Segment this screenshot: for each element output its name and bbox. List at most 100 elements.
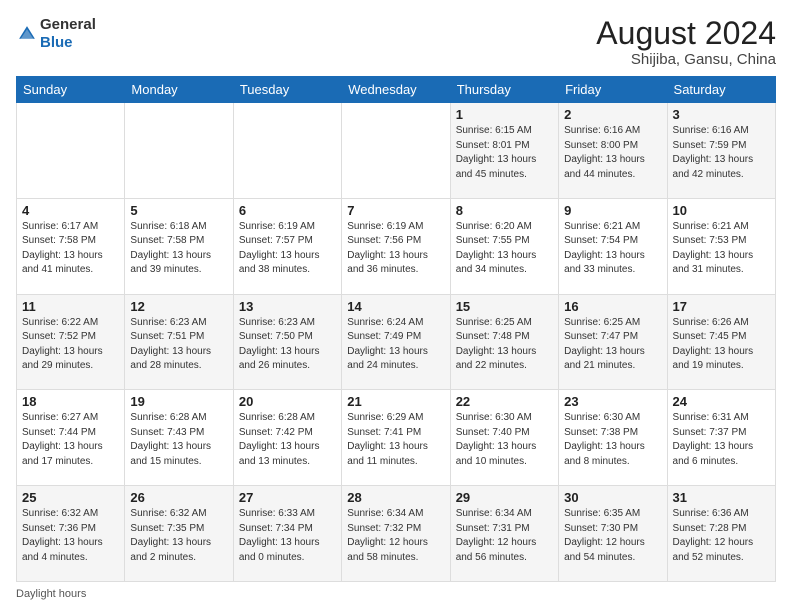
day-number: 6 <box>239 203 336 218</box>
day-number: 21 <box>347 394 444 409</box>
daylight-label: Daylight hours <box>16 588 86 600</box>
day-number: 27 <box>239 490 336 505</box>
day-info: Sunrise: 6:28 AM Sunset: 7:42 PM Dayligh… <box>239 411 336 469</box>
day-info: Sunrise: 6:35 AM Sunset: 7:30 PM Dayligh… <box>564 507 661 565</box>
day-number: 7 <box>347 203 444 218</box>
day-info: Sunrise: 6:30 AM Sunset: 7:40 PM Dayligh… <box>456 411 553 469</box>
day-info: Sunrise: 6:32 AM Sunset: 7:36 PM Dayligh… <box>22 507 119 565</box>
day-info: Sunrise: 6:19 AM Sunset: 7:56 PM Dayligh… <box>347 220 444 278</box>
logo: General Blue <box>16 16 96 52</box>
calendar-cell: 18Sunrise: 6:27 AM Sunset: 7:44 PM Dayli… <box>17 390 125 486</box>
calendar-cell: 12 Sunrise: 6:23 AM Sunset: 7:51 PM Dayli… <box>125 294 233 390</box>
calendar-cell: 10Sunrise: 6:21 AM Sunset: 7:53 PM Dayli… <box>667 198 775 294</box>
calendar-cell: 13 Sunrise: 6:23 AM Sunset: 7:50 PM Dayli… <box>233 294 341 390</box>
calendar-cell: 5 Sunrise: 6:18 AM Sunset: 7:58 PM Daylig… <box>125 198 233 294</box>
day-number: 25 <box>22 490 119 505</box>
day-info: Sunrise: 6:23 AM Sunset: 7:50 PM Dayligh… <box>239 316 336 374</box>
day-info: Sunrise: 6:18 AM Sunset: 7:58 PM Dayligh… <box>130 220 227 278</box>
day-info: Sunrise: 6:21 AM Sunset: 7:53 PM Dayligh… <box>673 220 770 278</box>
title-block: August 2024 Shijiba, Gansu, China <box>596 16 776 68</box>
calendar-cell: 29 Sunrise: 6:34 AM Sunset: 7:31 PM Dayli… <box>450 486 558 582</box>
day-info: Sunrise: 6:33 AM Sunset: 7:34 PM Dayligh… <box>239 507 336 565</box>
calendar-day-header: Tuesday <box>233 77 341 103</box>
calendar-table: SundayMondayTuesdayWednesdayThursdayFrid… <box>16 76 776 582</box>
day-info: Sunrise: 6:16 AM Sunset: 7:59 PM Dayligh… <box>673 124 770 182</box>
calendar-cell: 24 Sunrise: 6:31 AM Sunset: 7:37 PM Dayli… <box>667 390 775 486</box>
header: General Blue August 2024 Shijiba, Gansu,… <box>16 16 776 68</box>
day-number: 13 <box>239 299 336 314</box>
day-info: Sunrise: 6:31 AM Sunset: 7:37 PM Dayligh… <box>673 411 770 469</box>
calendar-cell: 6 Sunrise: 6:19 AM Sunset: 7:57 PM Daylig… <box>233 198 341 294</box>
day-number: 2 <box>564 107 661 122</box>
day-number: 4 <box>22 203 119 218</box>
calendar-week-row: 25 Sunrise: 6:32 AM Sunset: 7:36 PM Dayli… <box>17 486 776 582</box>
calendar-cell: 8Sunrise: 6:20 AM Sunset: 7:55 PM Daylig… <box>450 198 558 294</box>
calendar-cell: 23Sunrise: 6:30 AM Sunset: 7:38 PM Dayli… <box>559 390 667 486</box>
day-number: 17 <box>673 299 770 314</box>
calendar-cell: 17 Sunrise: 6:26 AM Sunset: 7:45 PM Dayli… <box>667 294 775 390</box>
calendar-cell: 30Sunrise: 6:35 AM Sunset: 7:30 PM Dayli… <box>559 486 667 582</box>
logo-text: General Blue <box>40 16 96 52</box>
day-info: Sunrise: 6:28 AM Sunset: 7:43 PM Dayligh… <box>130 411 227 469</box>
calendar-cell: 25 Sunrise: 6:32 AM Sunset: 7:36 PM Dayli… <box>17 486 125 582</box>
day-number: 15 <box>456 299 553 314</box>
day-info: Sunrise: 6:21 AM Sunset: 7:54 PM Dayligh… <box>564 220 661 278</box>
day-info: Sunrise: 6:24 AM Sunset: 7:49 PM Dayligh… <box>347 316 444 374</box>
day-number: 5 <box>130 203 227 218</box>
day-number: 19 <box>130 394 227 409</box>
calendar-cell: 3 Sunrise: 6:16 AM Sunset: 7:59 PM Daylig… <box>667 103 775 199</box>
calendar-cell: 15 Sunrise: 6:25 AM Sunset: 7:48 PM Dayli… <box>450 294 558 390</box>
subtitle: Shijiba, Gansu, China <box>596 51 776 68</box>
calendar-cell: 22 Sunrise: 6:30 AM Sunset: 7:40 PM Dayli… <box>450 390 558 486</box>
calendar-cell: 2Sunrise: 6:16 AM Sunset: 8:00 PM Daylig… <box>559 103 667 199</box>
calendar-cell: 27 Sunrise: 6:33 AM Sunset: 7:34 PM Dayli… <box>233 486 341 582</box>
day-number: 16 <box>564 299 661 314</box>
logo-blue-text: Blue <box>40 34 73 51</box>
day-info: Sunrise: 6:23 AM Sunset: 7:51 PM Dayligh… <box>130 316 227 374</box>
calendar-week-row: 1 Sunrise: 6:15 AM Sunset: 8:01 PM Daylig… <box>17 103 776 199</box>
day-info: Sunrise: 6:34 AM Sunset: 7:32 PM Dayligh… <box>347 507 444 565</box>
calendar-cell <box>233 103 341 199</box>
day-info: Sunrise: 6:22 AM Sunset: 7:52 PM Dayligh… <box>22 316 119 374</box>
day-number: 24 <box>673 394 770 409</box>
calendar-cell <box>125 103 233 199</box>
day-info: Sunrise: 6:25 AM Sunset: 7:47 PM Dayligh… <box>564 316 661 374</box>
calendar-cell: 11Sunrise: 6:22 AM Sunset: 7:52 PM Dayli… <box>17 294 125 390</box>
day-number: 26 <box>130 490 227 505</box>
day-number: 28 <box>347 490 444 505</box>
day-info: Sunrise: 6:17 AM Sunset: 7:58 PM Dayligh… <box>22 220 119 278</box>
calendar-cell: 20Sunrise: 6:28 AM Sunset: 7:42 PM Dayli… <box>233 390 341 486</box>
day-info: Sunrise: 6:15 AM Sunset: 8:01 PM Dayligh… <box>456 124 553 182</box>
day-number: 22 <box>456 394 553 409</box>
calendar-cell <box>342 103 450 199</box>
day-number: 14 <box>347 299 444 314</box>
calendar-cell: 31 Sunrise: 6:36 AM Sunset: 7:28 PM Dayli… <box>667 486 775 582</box>
calendar-day-header: Wednesday <box>342 77 450 103</box>
calendar-cell: 21 Sunrise: 6:29 AM Sunset: 7:41 PM Dayli… <box>342 390 450 486</box>
calendar-day-header: Monday <box>125 77 233 103</box>
calendar-cell: 1 Sunrise: 6:15 AM Sunset: 8:01 PM Daylig… <box>450 103 558 199</box>
calendar-cell: 26 Sunrise: 6:32 AM Sunset: 7:35 PM Dayli… <box>125 486 233 582</box>
calendar-day-header: Sunday <box>17 77 125 103</box>
calendar-day-header: Friday <box>559 77 667 103</box>
day-number: 12 <box>130 299 227 314</box>
day-info: Sunrise: 6:32 AM Sunset: 7:35 PM Dayligh… <box>130 507 227 565</box>
day-number: 23 <box>564 394 661 409</box>
day-info: Sunrise: 6:29 AM Sunset: 7:41 PM Dayligh… <box>347 411 444 469</box>
day-info: Sunrise: 6:34 AM Sunset: 7:31 PM Dayligh… <box>456 507 553 565</box>
day-info: Sunrise: 6:27 AM Sunset: 7:44 PM Dayligh… <box>22 411 119 469</box>
calendar-cell: 9Sunrise: 6:21 AM Sunset: 7:54 PM Daylig… <box>559 198 667 294</box>
day-info: Sunrise: 6:19 AM Sunset: 7:57 PM Dayligh… <box>239 220 336 278</box>
page: General Blue August 2024 Shijiba, Gansu,… <box>0 0 792 612</box>
day-number: 29 <box>456 490 553 505</box>
day-info: Sunrise: 6:36 AM Sunset: 7:28 PM Dayligh… <box>673 507 770 565</box>
day-info: Sunrise: 6:26 AM Sunset: 7:45 PM Dayligh… <box>673 316 770 374</box>
day-number: 31 <box>673 490 770 505</box>
calendar-cell: 4 Sunrise: 6:17 AM Sunset: 7:58 PM Daylig… <box>17 198 125 294</box>
calendar-cell <box>17 103 125 199</box>
calendar-cell: 28 Sunrise: 6:34 AM Sunset: 7:32 PM Dayli… <box>342 486 450 582</box>
day-number: 1 <box>456 107 553 122</box>
day-number: 3 <box>673 107 770 122</box>
day-info: Sunrise: 6:25 AM Sunset: 7:48 PM Dayligh… <box>456 316 553 374</box>
logo-general-text: General <box>40 16 96 33</box>
